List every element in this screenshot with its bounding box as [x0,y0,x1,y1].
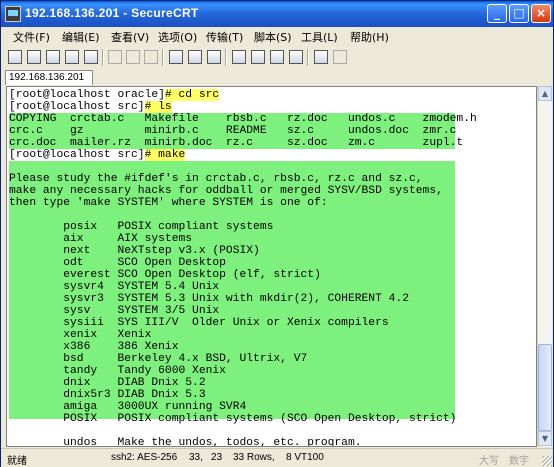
menu-file[interactable]: 文件(F) [13,29,50,45]
terminal-screen[interactable]: [root@localhost oracle]# cd src [root@loc… [6,86,537,447]
menu-edit[interactable]: 编辑(E) [62,29,100,45]
terminal-line: x386 386 Xenix [9,341,179,353]
status-ready: 就绪 [7,456,27,467]
disconnect-icon[interactable] [84,50,98,64]
terminal-line: sysv SYSTEM 3/5 Unix [9,305,220,317]
close-icon[interactable]: × [531,4,551,23]
terminal-line: dnix DIAB Dnix 5.2 [9,377,206,389]
keymap-icon[interactable] [270,50,284,64]
terminal-line: aix AIX systems [9,233,193,245]
status-bar: 就绪 ssh2: AES-256 33, 23 33 Rows, 8 VT100… [1,448,553,467]
terminal-line: posix POSIX compliant systems [9,221,274,233]
terminal-line: sysvr3 SYSTEM 5.3 Unix with mkdir(2), CO… [9,293,409,305]
tab-session[interactable]: 192.168.136.201 [5,70,93,85]
terminal-line: next NeXTstep v3.x (POSIX) [9,245,260,257]
terminal-line: dnix5r3 DIAB Dnix 5.3 [9,389,206,401]
print-setup-icon[interactable] [207,50,221,64]
scrollbar-down-icon[interactable]: ▼ [538,431,552,446]
app-icon[interactable] [5,6,21,22]
status-row: 33, [189,452,203,463]
menu-tools[interactable]: 工具(L) [301,29,338,45]
sftp-icon[interactable] [314,50,328,64]
terminal-line: [root@localhost oracle]# cd src [9,89,220,101]
terminal-line: tandy Tandy 6000 Xenix [9,365,226,377]
toolbar-separator [162,49,164,66]
status-terminal-type: 8 VT100 [286,452,324,463]
status-rows: 33 Rows, [233,452,275,463]
reconnect-icon[interactable] [65,50,79,64]
status-protocol: ssh2: AES-256 [111,452,178,463]
copy-paste-icon[interactable] [144,50,158,64]
connect-tab-icon[interactable] [46,50,60,64]
terminal-line: amiga 3000UX running SVR4 [9,401,247,413]
menu-view[interactable]: 查看(V) [111,29,149,45]
terminal-line: Please study the #ifdef's in crctab.c, r… [9,173,423,185]
vertical-scrollbar[interactable]: ▲ ▼ [537,86,552,447]
status-col: 23 [211,452,223,463]
menu-options[interactable]: 选项(O) [158,29,197,45]
window-title: 192.168.136.201 - SecureCRT [25,6,199,20]
paste-icon[interactable] [126,50,140,64]
menu-transfer[interactable]: 传输(T) [206,29,243,45]
terminal-line: COPYING crctab.c Makefile rbsb.c rz.doc … [9,113,477,125]
app-window: 192.168.136.201 - SecureCRT _ □ × 文件(F) … [0,0,554,467]
connect-icon[interactable] [8,50,22,64]
help-icon[interactable] [289,50,303,64]
terminal-line: crc.c gz minirb.c README sz.c undos.doc … [9,125,457,137]
maximize-icon[interactable]: □ [509,4,529,23]
scrollbar-up-icon[interactable]: ▲ [538,86,552,101]
toolbar-separator [307,49,309,66]
toolbar-separator [102,49,104,66]
menu-help[interactable]: 帮助(H) [350,29,389,45]
find-icon[interactable] [169,50,183,64]
terminal-line: make any necessary hacks for oddball or … [9,185,443,197]
terminal-line: [root@localhost src]# make [9,149,186,161]
toolbar-overflow-icon[interactable] [333,50,347,64]
terminal-line: then type 'make SYSTEM' where SYSTEM is … [9,197,328,209]
copy-icon[interactable] [108,50,122,64]
session-options-icon[interactable] [232,50,246,64]
print-icon[interactable] [188,50,202,64]
global-options-icon[interactable] [251,50,265,64]
terminal-line: sysiii SYS III/V Older Unix or Xenix com… [9,317,389,329]
toolbar-separator [225,49,227,66]
status-num: 数字 [509,456,529,467]
resize-grip[interactable] [542,456,552,466]
session-tab-bar: 192.168.136.201 [1,70,553,86]
title-bar[interactable]: 192.168.136.201 - SecureCRT _ □ × [1,1,553,27]
terminal-line: bsd Berkeley 4.x BSD, Ultrix, V7 [9,353,308,365]
terminal-line: xenix Xenix [9,329,152,341]
terminal-line: everest SCO Open Desktop (elf, strict) [9,269,321,281]
terminal-line: [root@localhost src]# ls [9,101,172,113]
toolbar [1,46,553,71]
terminal-line: undos Make the undos, todos, etc. progra… [9,437,362,447]
quick-connect-icon[interactable] [27,50,41,64]
terminal-line: odt SCO Open Desktop [9,257,226,269]
terminal-line: POSIX POSIX compliant systems (SCO Open … [9,413,457,425]
scrollbar-thumb[interactable] [538,344,552,431]
menu-bar: 文件(F) 编辑(E) 查看(V) 选项(O) 传输(T) 脚本(S) 工具(L… [1,27,553,46]
terminal-line: sysvr4 SYSTEM 5.4 Unix [9,281,220,293]
menu-script[interactable]: 脚本(S) [254,29,292,45]
minimize-icon[interactable]: _ [487,4,507,23]
status-caps: 大写 [479,456,499,467]
terminal-line: crc.doc mailer.rz minirb.doc rz.c sz.doc… [9,137,464,149]
